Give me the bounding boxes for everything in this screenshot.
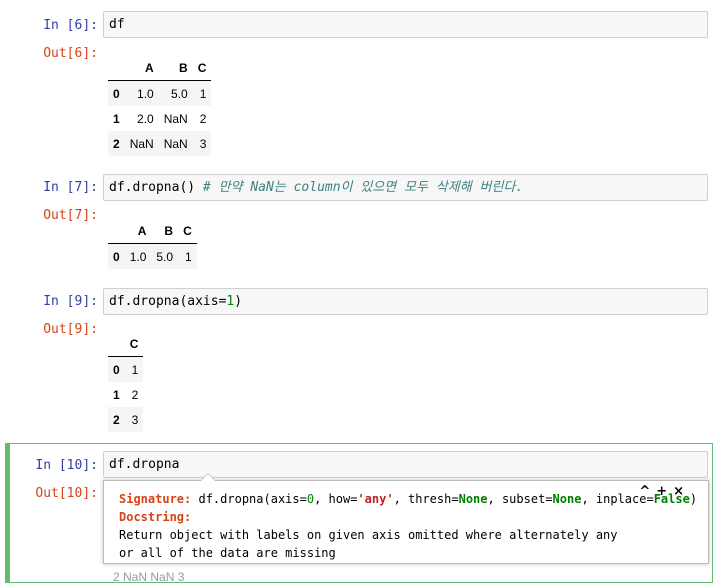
- code-comment-7: # 만약 NaN는 column이 있으면 모두 삭제해 버린다.: [202, 180, 524, 195]
- docstring-line-2: or all of the data are missing: [119, 546, 336, 560]
- in-prompt-6: In [6]:: [43, 18, 98, 33]
- code-input-10[interactable]: df.dropna: [103, 451, 708, 478]
- table-cell: 2.0: [137, 111, 154, 126]
- signature-tooltip: ^+× Signature: df.dropna(axis=0, how='an…: [103, 473, 709, 564]
- code-text-7: df.dropna(): [109, 180, 196, 195]
- column-header: B: [158, 56, 193, 81]
- table-row: 1 2.0 NaN 2: [108, 106, 211, 131]
- index-header: [108, 332, 125, 357]
- in-prompt-7: In [7]:: [43, 180, 98, 195]
- table-row: 1 2: [108, 382, 143, 407]
- row-index: 1: [113, 111, 120, 126]
- code-text-6: df: [109, 17, 125, 32]
- row-index: 2: [113, 412, 120, 427]
- index-header: [108, 56, 125, 81]
- row-index: 0: [113, 249, 120, 264]
- table-header-row: A B C: [108, 56, 212, 81]
- code-input-9[interactable]: df.dropna(axis=1): [103, 288, 708, 315]
- out-prompt-9: Out[9]:: [43, 322, 98, 337]
- code-input-7[interactable]: df.dropna() # 만약 NaN는 column이 있으면 모두 삭제해…: [103, 174, 708, 201]
- table-row: 0 1: [108, 356, 144, 382]
- tooltip-controls[interactable]: ^+×: [639, 483, 690, 501]
- table-cell: 1.0: [129, 249, 147, 264]
- table-row: 2 NaN NaN 3: [108, 131, 212, 156]
- table-row: 0 1.0 5.0 1: [108, 243, 197, 269]
- row-index: 2: [113, 136, 120, 151]
- column-header: C: [124, 332, 144, 357]
- table-cell: 1: [131, 362, 139, 377]
- in-prompt-10: In [10]:: [35, 458, 98, 473]
- table-cell: 1: [185, 249, 192, 264]
- row-index: 0: [113, 362, 120, 377]
- dataframe-output-9: C 0 1 1 2 2 3: [108, 332, 144, 432]
- table-cell: 3: [199, 136, 207, 151]
- column-header: C: [192, 56, 212, 81]
- code-input-6[interactable]: df: [103, 11, 708, 38]
- table-cell: 2: [199, 111, 207, 126]
- index-header: [108, 219, 125, 244]
- table-cell: 3: [131, 412, 139, 427]
- table-header-row: A B C: [108, 219, 197, 244]
- code-text-9: df.dropna(axis=1): [109, 294, 243, 309]
- column-header: A: [124, 219, 152, 244]
- table-row: 2 3: [108, 407, 144, 432]
- hidden-output-peek: 2 NaN NaN 3: [113, 570, 185, 584]
- table-cell: 1.0: [137, 86, 154, 101]
- docstring-label: Docstring:: [119, 510, 192, 524]
- row-index: 1: [113, 387, 120, 402]
- column-header: B: [151, 219, 179, 244]
- row-index: 0: [113, 86, 120, 101]
- out-prompt-7: Out[7]:: [43, 208, 98, 223]
- dataframe-output-6: A B C 0 1.0 5.0 1 1 2.0 NaN 2 2 NaN NaN …: [108, 56, 212, 156]
- table-cell: NaN: [129, 136, 154, 151]
- code-text-10: df.dropna: [109, 457, 180, 472]
- column-header: A: [124, 56, 159, 81]
- signature-line: Signature: df.dropna(axis=0, how='any', …: [119, 492, 698, 506]
- table-cell: 5.0: [171, 86, 188, 101]
- table-cell: NaN: [163, 111, 188, 126]
- in-prompt-9: In [9]:: [43, 294, 98, 309]
- table-row: 0 1.0 5.0 1: [108, 80, 212, 106]
- table-cell: 2: [131, 387, 139, 402]
- dataframe-output-7: A B C 0 1.0 5.0 1: [108, 219, 197, 269]
- docstring-line-1: Return object with labels on given axis …: [119, 528, 618, 542]
- column-header: C: [178, 219, 197, 244]
- table-header-row: C: [108, 332, 144, 357]
- table-cell: 1: [199, 86, 207, 101]
- out-prompt-10: Out[10]:: [35, 486, 98, 501]
- tooltip-arrow: [200, 473, 216, 481]
- table-cell: NaN: [163, 136, 188, 151]
- table-cell: 5.0: [156, 249, 174, 264]
- out-prompt-6: Out[6]:: [43, 46, 98, 61]
- signature-label: Signature:: [119, 492, 192, 506]
